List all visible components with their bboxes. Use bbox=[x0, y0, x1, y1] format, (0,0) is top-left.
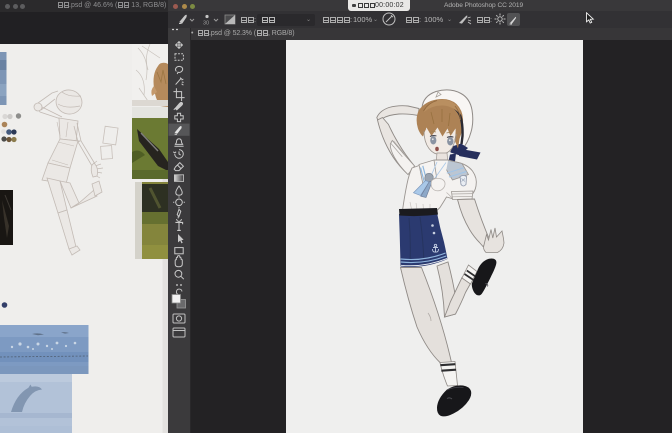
svg-text:30: 30 bbox=[203, 21, 209, 27]
